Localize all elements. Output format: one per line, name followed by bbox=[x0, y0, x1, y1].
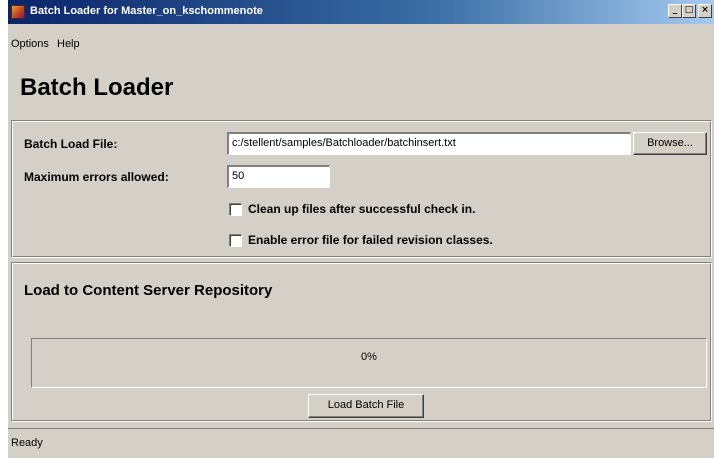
load-section-title: Load to Content Server Repository bbox=[24, 282, 273, 299]
menu-help[interactable]: Help bbox=[57, 38, 80, 50]
status-text: Ready bbox=[11, 437, 43, 449]
window-title: Batch Loader for Master_on_kschommenote bbox=[30, 5, 263, 17]
app-window: Batch Loader for Master_on_kschommenote … bbox=[8, 0, 714, 458]
load-batch-file-button[interactable]: Load Batch File bbox=[308, 394, 424, 418]
status-bar: Ready bbox=[8, 428, 714, 458]
close-button[interactable]: × bbox=[698, 4, 712, 18]
error-file-checkbox-label[interactable]: Enable error file for failed revision cl… bbox=[248, 233, 493, 247]
menu-bar bbox=[8, 24, 714, 48]
minimize-button[interactable]: _ bbox=[668, 4, 682, 18]
page-title: Batch Loader bbox=[20, 74, 174, 101]
title-bar[interactable]: Batch Loader for Master_on_kschommenote … bbox=[8, 0, 714, 24]
error-file-checkbox[interactable] bbox=[229, 234, 242, 247]
cleanup-checkbox[interactable] bbox=[229, 203, 242, 216]
max-errors-label: Maximum errors allowed: bbox=[24, 170, 169, 184]
maximize-button[interactable]: □ bbox=[682, 4, 696, 18]
browse-button[interactable]: Browse... bbox=[633, 132, 707, 155]
max-errors-input[interactable]: 50 bbox=[227, 165, 330, 188]
cleanup-checkbox-label[interactable]: Clean up files after successful check in… bbox=[248, 202, 475, 216]
progress-text: 0% bbox=[361, 351, 377, 363]
app-icon bbox=[11, 5, 25, 19]
batch-file-label: Batch Load File: bbox=[24, 137, 118, 151]
batch-file-input[interactable]: c:/stellent/samples/Batchloader/batchins… bbox=[227, 132, 631, 155]
progress-bar: 0% bbox=[31, 338, 707, 388]
menu-options[interactable]: Options bbox=[11, 38, 49, 50]
